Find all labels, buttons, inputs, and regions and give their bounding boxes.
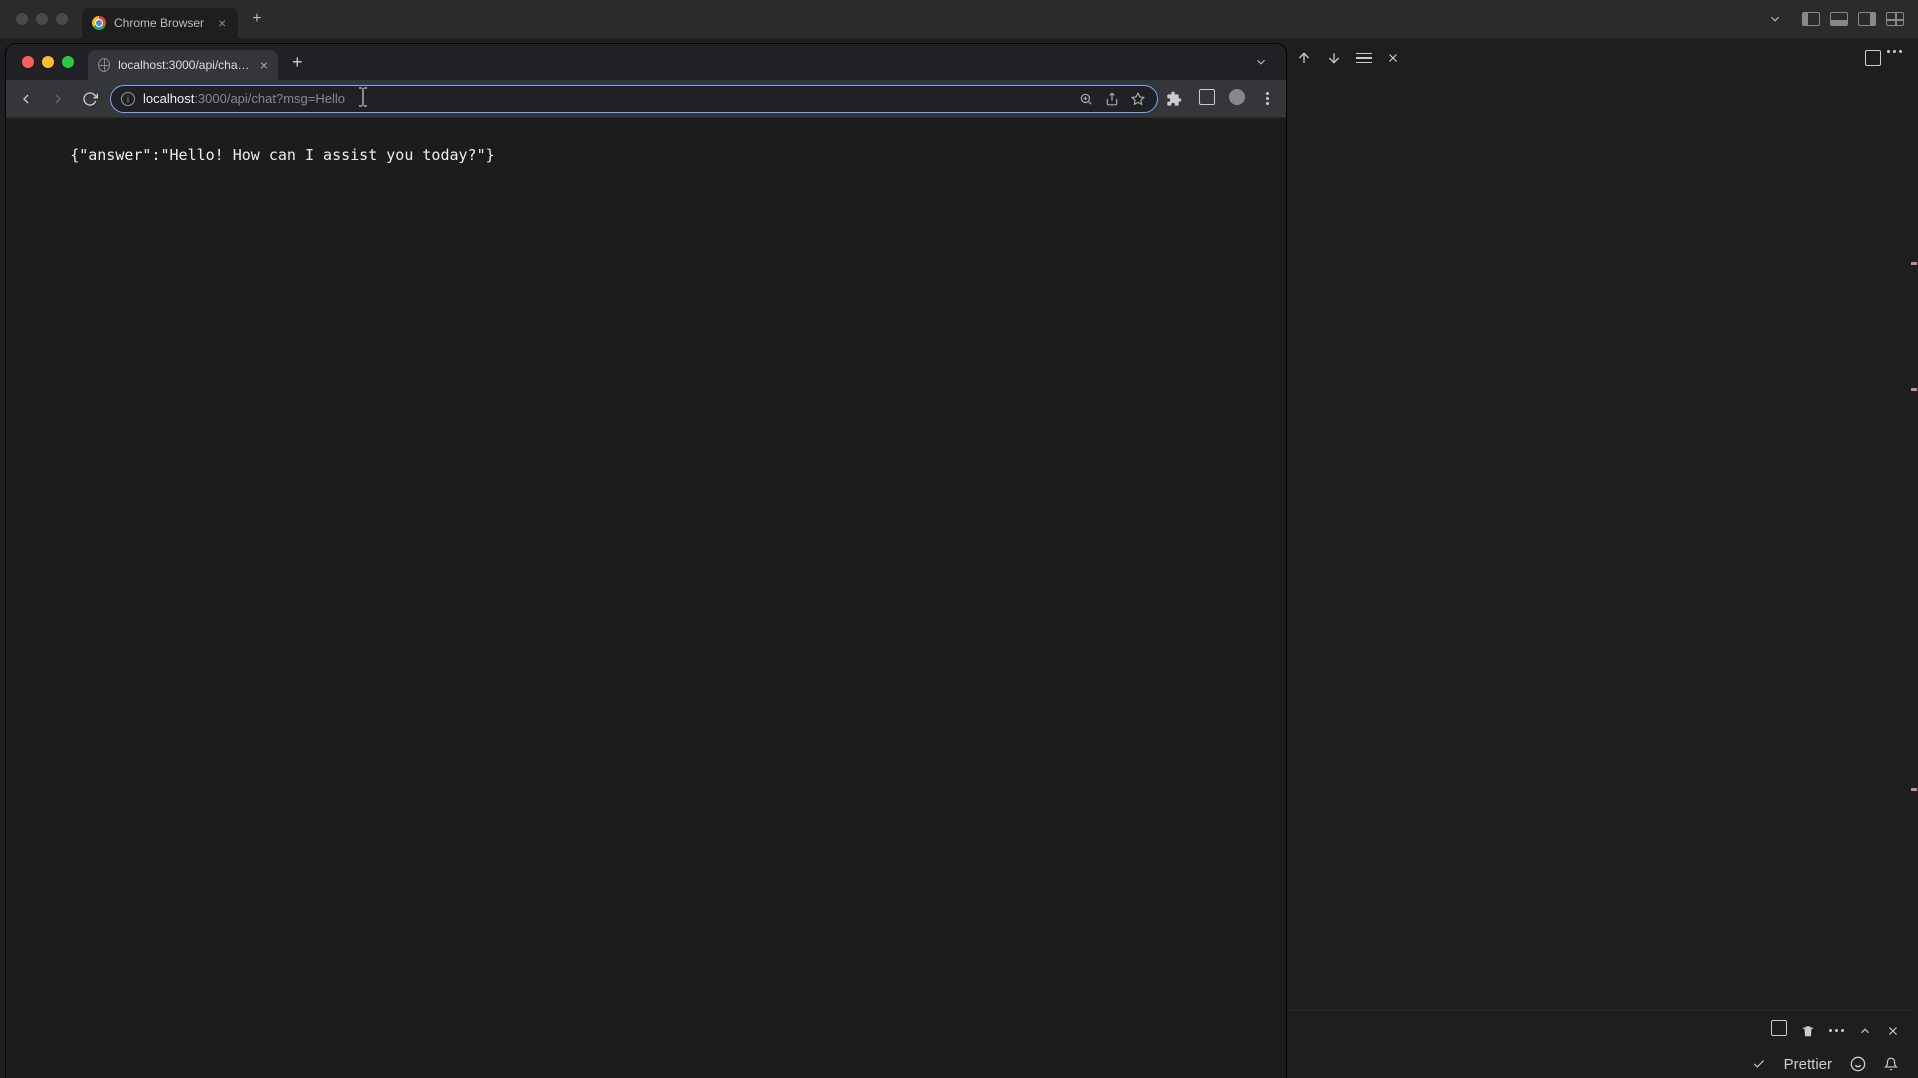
split-panel-icon[interactable] — [1771, 1020, 1787, 1041]
maximize-window-button[interactable] — [62, 56, 74, 68]
minimize-dot-icon[interactable] — [36, 13, 48, 25]
response-text: {"answer":"Hello! How can I assist you t… — [70, 146, 494, 164]
panel-layout-icon[interactable] — [1865, 50, 1881, 71]
browser-toolbar: i localhost:3000/api/chat?msg=Hello — [6, 80, 1286, 118]
check-icon — [1752, 1057, 1766, 1071]
maximize-dot-icon[interactable] — [56, 13, 68, 25]
outer-tab-label: Chrome Browser — [114, 16, 204, 30]
outer-new-tab-button[interactable]: + — [244, 6, 269, 32]
prettier-status[interactable]: Prettier — [1784, 1056, 1832, 1073]
toggle-right-panel-icon[interactable] — [1858, 12, 1876, 26]
forward-button[interactable] — [46, 87, 70, 111]
more-actions-icon[interactable] — [1829, 1029, 1844, 1032]
arrow-down-icon[interactable] — [1326, 50, 1342, 66]
reload-button[interactable] — [78, 87, 102, 111]
extensions-icon[interactable] — [1166, 91, 1188, 107]
toggle-bottom-panel-icon[interactable] — [1830, 12, 1848, 26]
layout-controls — [1796, 12, 1910, 26]
minimize-window-button[interactable] — [42, 56, 54, 68]
status-bar: Prettier — [1288, 1050, 1910, 1078]
browser-tab-localhost[interactable]: localhost:3000/api/chat?msg= × — [88, 50, 278, 80]
close-lower-panel-icon[interactable] — [1886, 1024, 1900, 1038]
close-window-button[interactable] — [22, 56, 34, 68]
bell-icon[interactable] — [1884, 1056, 1898, 1072]
toggle-left-panel-icon[interactable] — [1802, 12, 1820, 26]
back-button[interactable] — [14, 87, 38, 111]
right-panel-top-toolbar — [1288, 44, 1910, 116]
arrow-up-icon[interactable] — [1296, 50, 1312, 66]
minimap-marker — [1911, 388, 1917, 391]
close-panel-icon[interactable] — [1386, 51, 1400, 65]
trash-icon[interactable] — [1801, 1023, 1815, 1039]
close-dot-icon[interactable] — [16, 13, 28, 25]
browser-new-tab-button[interactable]: + — [284, 50, 311, 75]
outer-tab-chrome[interactable]: Chrome Browser × — [82, 8, 238, 38]
profile-avatar-icon[interactable] — [1226, 89, 1248, 109]
layout-grid-icon[interactable] — [1886, 12, 1904, 26]
browser-tabstrip: localhost:3000/api/chat?msg= × + — [6, 44, 1286, 80]
feedback-icon[interactable] — [1850, 1056, 1866, 1072]
site-info-icon[interactable]: i — [121, 92, 135, 106]
close-icon[interactable]: × — [218, 15, 226, 31]
outer-titlebar: Chrome Browser × + — [0, 0, 1918, 38]
browser-tabs-dropdown[interactable] — [1244, 55, 1278, 69]
page-body: {"answer":"Hello! How can I assist you t… — [6, 118, 1286, 1078]
bookmark-star-icon[interactable] — [1129, 92, 1147, 106]
zoom-icon[interactable] — [1077, 92, 1095, 106]
outer-traffic-lights — [8, 13, 76, 25]
right-panel-lower-toolbar — [1288, 1010, 1910, 1050]
minimap-marker — [1911, 262, 1917, 265]
share-icon[interactable] — [1103, 92, 1121, 106]
side-panel-icon[interactable] — [1196, 89, 1218, 109]
globe-icon — [98, 58, 110, 72]
right-panel-body — [1288, 116, 1910, 1010]
address-bar[interactable]: i localhost:3000/api/chat?msg=Hello — [110, 85, 1158, 113]
url-text: localhost:3000/api/chat?msg=Hello — [143, 91, 345, 106]
tabs-dropdown-button[interactable] — [1760, 12, 1790, 26]
menu-icon[interactable] — [1356, 53, 1372, 64]
close-tab-icon[interactable]: × — [260, 57, 268, 73]
browser-traffic-lights — [14, 56, 82, 68]
browser-tab-label: localhost:3000/api/chat?msg= — [118, 58, 252, 72]
minimap-marker — [1911, 788, 1917, 791]
chevron-up-icon[interactable] — [1858, 1024, 1872, 1038]
panel-more-icon[interactable] — [1887, 50, 1902, 53]
right-side-panel: Prettier — [1288, 44, 1910, 1078]
chrome-icon — [92, 16, 106, 30]
chrome-menu-icon[interactable] — [1256, 92, 1278, 105]
browser-window: localhost:3000/api/chat?msg= × + i local… — [6, 44, 1286, 1078]
